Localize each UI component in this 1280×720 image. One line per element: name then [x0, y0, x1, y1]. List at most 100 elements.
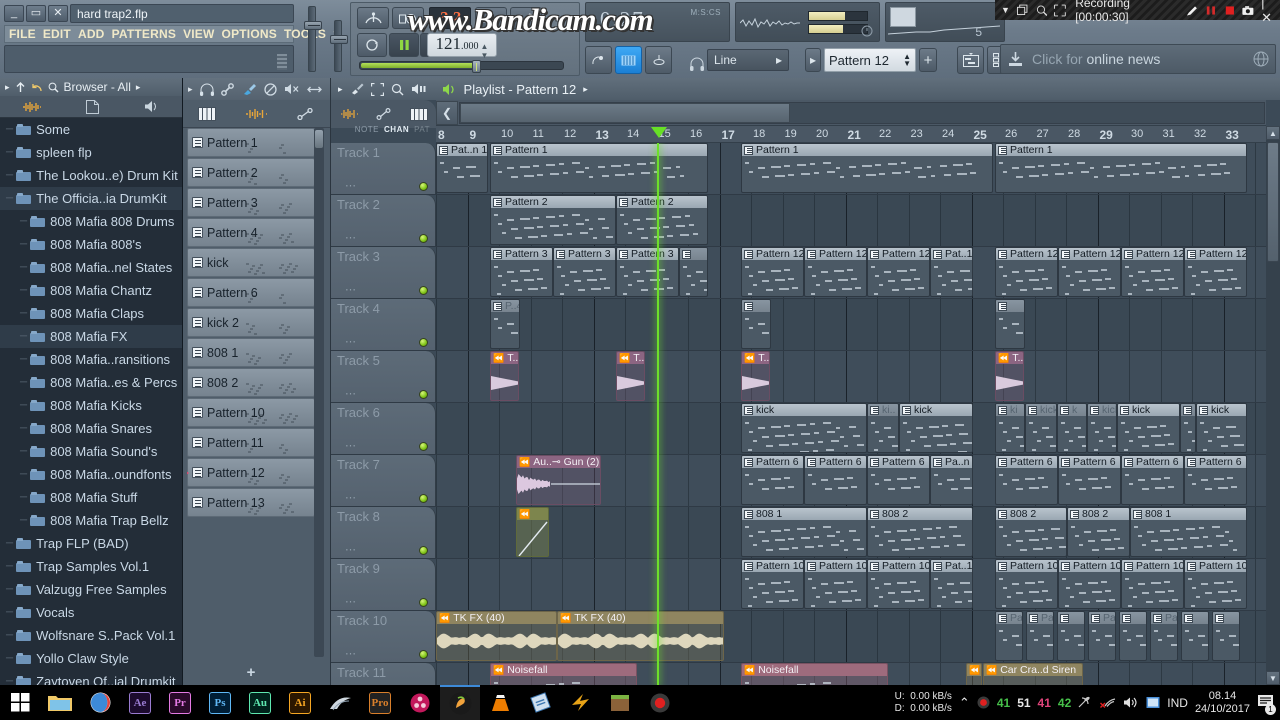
playlist-clip[interactable]: 808 2 — [995, 507, 1067, 557]
keyboard-layout[interactable]: IND — [1167, 696, 1188, 710]
taskbar-premiere-pro[interactable]: Pr — [160, 685, 200, 720]
playlist-clip[interactable]: Pattern 6 — [1058, 455, 1121, 505]
pattern-item[interactable]: 808 1 — [187, 338, 315, 367]
download-icon[interactable] — [1007, 51, 1024, 68]
step-seq-tab-icon[interactable] — [197, 106, 216, 121]
link-icon[interactable] — [220, 82, 235, 96]
playlist-track[interactable]: Track 7 ⋯ ⏪ Au..⊸ Gun (2) Pattern 6 Pattern 6… — [331, 455, 1266, 507]
playlist-clip[interactable] — [1212, 611, 1240, 661]
playlist-clip[interactable]: ⏪ Car Cra..d Siren — [983, 663, 1083, 685]
playlist-clip[interactable]: kick — [1087, 403, 1117, 453]
playlist-paint-icon[interactable] — [350, 83, 364, 95]
track-enable-led[interactable] — [419, 598, 428, 607]
playlist-clip[interactable]: ⏪ TK FX (40) — [557, 611, 724, 661]
pattern-list[interactable]: Pattern 1 Pattern 2 Pattern 3 Pattern 4 kick… — [187, 128, 315, 657]
pattern-item[interactable]: 808 2 — [187, 368, 315, 397]
master-pitch-slider[interactable] — [330, 20, 348, 72]
playlist-clip[interactable]: ⏪T..] — [616, 351, 645, 401]
browser-item[interactable]: ─ 808 Mafia Sound's — [0, 440, 182, 463]
playlist-clip[interactable] — [1057, 611, 1085, 661]
metronome-alt-button[interactable] — [645, 46, 672, 74]
browser-item[interactable]: ─ 808 Mafia Stuff — [0, 486, 182, 509]
playlist-clip[interactable]: kick — [899, 403, 973, 453]
bandicam-tray-icon[interactable] — [977, 696, 990, 709]
playlist-clip[interactable]: Pattern 10 — [995, 559, 1058, 609]
camera-icon[interactable] — [1242, 4, 1254, 17]
file-tab-icon[interactable] — [86, 99, 100, 114]
track-header[interactable]: Track 6 ⋯ — [331, 403, 436, 454]
globe-icon[interactable] — [1253, 51, 1269, 67]
bandicam-chevron-down-icon[interactable]: ▼ — [1001, 5, 1010, 15]
browser-item[interactable]: ─ The Officia..ia DrumKit — [0, 187, 182, 210]
playlist-clip[interactable]: Pattern 1 — [490, 143, 708, 193]
speaker-tab-icon[interactable] — [144, 100, 160, 113]
browser-item[interactable]: ─ Trap Samples Vol.1 — [0, 555, 182, 578]
pattern-spinner-icon[interactable]: ▲ ▼ — [903, 53, 911, 68]
playlist-clip[interactable]: ⏪T..] — [490, 351, 519, 401]
project-filename[interactable]: hard trap2.flp — [70, 4, 294, 23]
playlist-clip[interactable]: Pattern 12 — [741, 247, 804, 297]
playlist-clip[interactable] — [1180, 403, 1196, 453]
playlist-clip[interactable]: Pa..n 6 — [930, 455, 973, 505]
playlist-clip[interactable]: Pattern 12 — [1058, 247, 1121, 297]
taskbar-sony-vegas[interactable] — [320, 685, 360, 720]
pattern-item[interactable]: Pattern 12 — [187, 458, 315, 487]
pattern-item[interactable]: Pattern 1 — [187, 128, 315, 157]
taskbar-bandicam[interactable] — [640, 685, 680, 720]
loop-mode-button[interactable] — [357, 33, 387, 57]
playlist-track[interactable]: Track 1 ⋯ Pat..n 1 Pattern 1 Pattern 1 Patter… — [331, 143, 1266, 195]
playlist-track[interactable]: Track 2 ⋯ Pattern 2 Pattern 2 — [331, 195, 1266, 247]
pattern-add-button[interactable]: + — [919, 48, 937, 72]
playlist-clip[interactable]: Pattern 10 — [1121, 559, 1184, 609]
playlist-clip[interactable]: kick — [1117, 403, 1180, 453]
playlist-clip[interactable]: ⏪ TK FX (40) — [436, 611, 557, 661]
pattern-item[interactable]: Pattern 3 — [187, 188, 315, 217]
playlist-clip[interactable]: ⏪T..] — [741, 351, 770, 401]
playlist-clip[interactable]: Pattern 2 — [490, 195, 616, 245]
playlist-timeline-ruler[interactable]: 8 9 10 11 12 13 14 15 16 17 18 19 20 21 22 23 24 25 26 27 28… — [436, 126, 1266, 143]
playlist-track[interactable]: Track 8 ⋯ ⏪ 808 1 808 2 808 2 808 2 808 1 — [331, 507, 1266, 559]
notifications-button[interactable]: 1 — [1257, 694, 1276, 715]
browser-item[interactable]: ─ Yollo Claw Style — [0, 647, 182, 670]
menu-file[interactable]: FILE — [9, 27, 36, 41]
song-position-handle[interactable] — [472, 60, 481, 73]
track-header[interactable]: Track 8 ⋯ — [331, 507, 436, 558]
playlist-clip[interactable] — [1181, 611, 1209, 661]
playlist-clip[interactable]: Pattern 1 — [995, 143, 1247, 193]
browser-item[interactable]: ─ Valzugg Free Samples — [0, 578, 182, 601]
playlist-clip[interactable]: Pa — [1150, 611, 1178, 661]
playlist-clip[interactable]: 808 2 — [867, 507, 973, 557]
taskbar-start-button[interactable] — [0, 685, 40, 720]
pattern-item[interactable]: Pattern 4 — [187, 218, 315, 247]
playlist-track[interactable]: Track 6⋯kickki..kickkikickkkickkickkick — [331, 403, 1266, 455]
track-header[interactable]: Track 2 ⋯ — [331, 195, 436, 246]
pattern-item[interactable]: Pattern 11 — [187, 428, 315, 457]
taskbar-filezilla[interactable] — [520, 685, 560, 720]
track-lane[interactable]: kickki..kickkikickkkickkickkick — [436, 403, 1266, 454]
taskbar-illustrator[interactable]: Ai — [280, 685, 320, 720]
track-enable-led[interactable] — [419, 182, 428, 191]
playlist-clip[interactable]: Pattern 6 — [1121, 455, 1184, 505]
taskbar-photoshop[interactable]: Ps — [200, 685, 240, 720]
action-center-icon[interactable] — [1146, 696, 1160, 709]
browser-item[interactable]: ─ 808 Mafia Chantz — [0, 279, 182, 302]
minimize-button[interactable]: _ — [4, 5, 24, 22]
playlist-mute-icon[interactable] — [411, 83, 427, 95]
playlist-clip[interactable]: Pattern 10 — [741, 559, 804, 609]
playlist-clip[interactable]: k — [1057, 403, 1087, 453]
search-icon[interactable] — [48, 82, 59, 93]
track-enable-led[interactable] — [419, 286, 428, 295]
playlist-menu-arrow-icon[interactable]: ▸ — [338, 84, 343, 95]
clock[interactable]: 08.14 24/10/2017 — [1195, 690, 1250, 716]
pattern-prev-button[interactable]: ▸ — [805, 48, 821, 72]
browser-item[interactable]: ─ 808 Mafia FX — [0, 325, 182, 348]
paint-icon[interactable] — [242, 83, 257, 96]
track-lane[interactable]: Pattern 3 Pattern 3 Pattern 3 Pattern 12 Pat… — [436, 247, 1266, 298]
playlist-clip[interactable]: Pattern 3 — [553, 247, 616, 297]
metronome-button[interactable] — [357, 7, 389, 29]
playlist-clip[interactable]: Pattern 12 — [995, 247, 1058, 297]
playlist-clip[interactable]: ⏪T..] — [995, 351, 1024, 401]
snap-mode-select[interactable]: Line ▸ — [707, 49, 789, 71]
playlist-vertical-scrollbar[interactable]: ▲ ▼ — [1266, 126, 1280, 685]
playlist-tracks[interactable]: Track 1 ⋯ Pat..n 1 Pattern 1 Pattern 1 Patter… — [331, 143, 1266, 685]
